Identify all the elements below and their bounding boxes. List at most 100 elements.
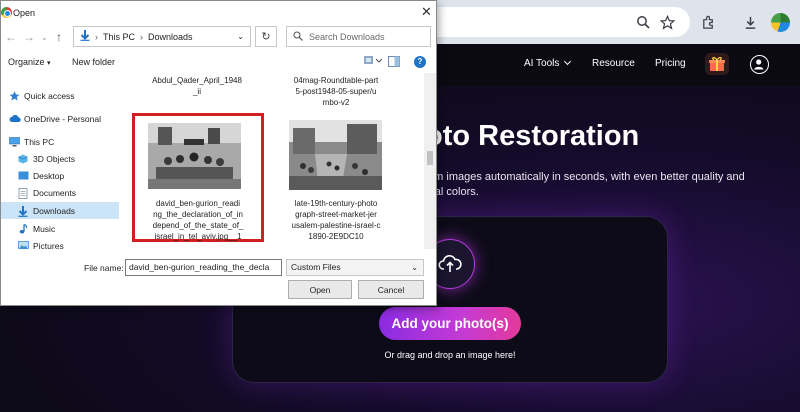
file-list-pane: Abdul_Qader_April_1948 _ii 04mag-Roundta… [123, 73, 423, 249]
chevron-down-icon [564, 57, 572, 66]
documents-icon [18, 187, 29, 199]
desktop-icon [18, 171, 29, 181]
chevron-down-icon: ⌄ [411, 263, 418, 272]
file-name-line: mbo-v2 [322, 98, 350, 107]
nav-item-label: This PC [24, 136, 55, 147]
nav-item-onedrive[interactable]: OneDrive - Personal [1, 110, 119, 127]
zoom-icon[interactable] [634, 13, 652, 31]
nav-item-label: 3D Objects [33, 153, 76, 164]
profile-avatar[interactable] [771, 13, 790, 32]
gift-icon[interactable] [705, 53, 729, 75]
file-item-abdul-qader[interactable]: Abdul_Qader_April_1948 _ii [137, 75, 257, 97]
nav-item-label: Quick access [24, 90, 75, 101]
page-subtitle-line-1: tom images automatically in seconds, wit… [425, 171, 745, 183]
page-subtitle: tom images automatically in seconds, wit… [425, 170, 785, 200]
nav-ai-tools[interactable]: AI Tools [524, 57, 572, 69]
file-name-line: graph-street-market-jer [295, 210, 377, 219]
file-item-market[interactable]: late-19th-century-photo graph-street-mar… [281, 198, 391, 242]
chevron-down-icon[interactable]: ⌄ [237, 32, 244, 41]
dropdown-caret-icon: ▾ [47, 60, 51, 67]
file-name-label: File name: [84, 263, 124, 273]
refresh-icon[interactable]: ↻ [255, 26, 277, 47]
preview-pane-icon[interactable] [388, 56, 400, 69]
search-placeholder: Search Downloads [309, 31, 385, 42]
file-name-line: late-19th-century-photo [294, 199, 378, 208]
back-arrow-icon[interactable]: ← [5, 30, 17, 44]
page-title: oto Restoration [425, 120, 640, 152]
new-folder-button[interactable]: New folder [72, 57, 115, 67]
cancel-button[interactable]: Cancel [358, 280, 424, 299]
cloud-icon [9, 114, 21, 124]
nav-item-desktop[interactable]: Desktop [1, 167, 119, 184]
file-pane-scrollbar[interactable] [424, 73, 436, 249]
pictures-icon [18, 240, 29, 249]
nav-pricing[interactable]: Pricing [655, 58, 686, 69]
download-icon[interactable] [741, 13, 759, 31]
nav-resource[interactable]: Resource [592, 58, 635, 69]
breadcrumb-this-pc[interactable]: This PC [103, 32, 135, 42]
music-icon [18, 223, 29, 234]
nav-item-downloads[interactable]: Downloads [1, 202, 119, 219]
search-icon [293, 30, 303, 43]
search-downloads-field[interactable]: Search Downloads [286, 26, 431, 47]
file-name-line: ng_the_declaration_of_in [153, 210, 243, 219]
dialog-toolbar: Organize ▾ New folder ? [1, 53, 438, 73]
star-icon [9, 90, 20, 101]
nav-item-label: Desktop [33, 170, 65, 181]
download-icon [18, 205, 29, 217]
nav-item-label: OneDrive - Personal [24, 113, 102, 124]
downloads-folder-icon [80, 30, 90, 43]
nav-item-label: Pictures [33, 240, 64, 250]
up-arrow-icon[interactable]: ↑ [56, 30, 62, 44]
nav-item-label: Downloads [33, 205, 76, 216]
file-thumbnail-market[interactable] [289, 120, 382, 190]
cube-icon [18, 154, 29, 164]
chrome-app-icon [1, 7, 12, 18]
file-type-value: Custom Files [291, 262, 341, 272]
extensions-icon[interactable] [699, 13, 717, 31]
dialog-navigation-pane: Quick access OneDrive - Personal This PC… [1, 73, 119, 249]
view-options-icon[interactable] [364, 55, 383, 69]
file-open-dialog: Open ✕ ← → ⌄ ↑ › This PC › Downloads ⌄ ↻… [0, 0, 437, 306]
file-name-line: 04mag-Roundtable-part [293, 76, 379, 85]
user-account-icon[interactable] [750, 55, 769, 74]
file-item-ben-gurion[interactable]: david_ben-gurion_readi ng_the_declaratio… [137, 198, 259, 242]
file-name-line: Abdul_Qader_April_1948 [152, 76, 242, 85]
nav-item-3d-objects[interactable]: 3D Objects [1, 150, 119, 167]
file-item-roundtable[interactable]: 04mag-Roundtable-part 5-post1948-05-supe… [281, 75, 391, 108]
nav-item-music[interactable]: Music [1, 220, 119, 237]
nav-item-pictures[interactable]: Pictures [1, 237, 119, 249]
open-button[interactable]: Open [288, 280, 352, 299]
recent-locations-icon[interactable]: ⌄ [41, 33, 48, 42]
file-name-line: israel_in_tel_aviv.jpg__1 [154, 232, 242, 241]
dialog-address-bar[interactable]: › This PC › Downloads ⌄ [73, 26, 251, 47]
file-name-line: 1890-2E9DC10 [308, 232, 364, 241]
nav-item-quick-access[interactable]: Quick access [1, 87, 119, 104]
nav-item-label: Documents [33, 187, 76, 198]
file-name-line: usalem-palestine-israel-c [291, 221, 381, 230]
breadcrumb-separator: › [140, 31, 144, 42]
breadcrumb-separator: › [95, 31, 98, 42]
organize-menu-button[interactable]: Organize ▾ [8, 57, 51, 67]
file-type-select[interactable]: Custom Files ⌄ [286, 259, 424, 276]
file-thumbnail-ben-gurion[interactable] [148, 123, 241, 189]
bookmark-star-icon[interactable] [658, 13, 676, 31]
file-name-line: 5-post1948-05-super/u [295, 87, 377, 96]
computer-icon [9, 136, 20, 147]
file-name-line: david_ben-gurion_readi [155, 199, 241, 208]
breadcrumb-downloads[interactable]: Downloads [148, 32, 193, 42]
dialog-title: Open [13, 8, 36, 18]
drag-drop-hint: Or drag and drop an image here! [384, 350, 516, 360]
nav-item-documents[interactable]: Documents [1, 184, 119, 201]
file-name-line: depend_of_the_state_of_ [152, 221, 244, 230]
nav-item-this-pc[interactable]: This PC [1, 133, 119, 150]
help-icon[interactable]: ? [414, 56, 426, 68]
file-name-input[interactable]: david_ben-gurion_reading_the_decla [125, 259, 282, 276]
dialog-navigation-row: ← → ⌄ ↑ › This PC › Downloads ⌄ ↻ Search… [1, 24, 438, 50]
close-icon[interactable]: ✕ [421, 4, 432, 20]
nav-ai-tools-label: AI Tools [524, 58, 560, 69]
organize-label: Organize [8, 57, 45, 67]
scrollbar-thumb[interactable] [427, 151, 433, 165]
forward-arrow-icon[interactable]: → [23, 30, 35, 44]
add-photo-button[interactable]: Add your photo(s) [379, 307, 521, 340]
